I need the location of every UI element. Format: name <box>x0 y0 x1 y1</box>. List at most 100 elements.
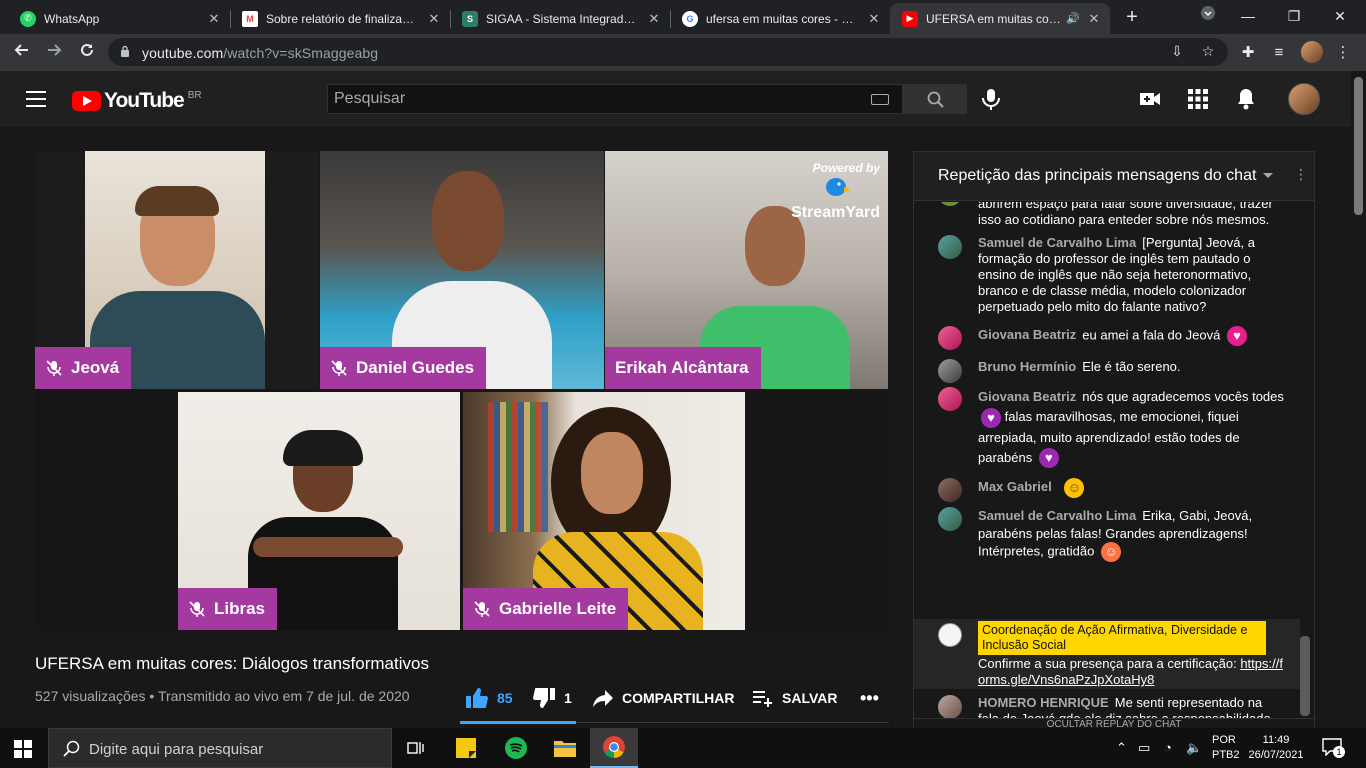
taskbar-search-box[interactable]: Digite aqui para pesquisar <box>48 728 392 768</box>
minimize-button[interactable]: — <box>1228 4 1268 28</box>
notification-count-badge: 1 <box>1333 746 1345 758</box>
youtube-logo[interactable]: YouTube BR <box>72 89 202 113</box>
chat-message: Giovana Beatriz eu amei a fala do Jeová ♥ <box>914 326 1300 350</box>
close-tab-icon[interactable]: ✕ <box>646 11 662 27</box>
tab-whatsapp[interactable]: ✆ WhatsApp ✕ <box>8 3 230 34</box>
youtube-play-icon <box>72 91 101 111</box>
chat-message: Samuel de Carvalho Lima Erika, Gabi, Jeov… <box>914 507 1300 562</box>
clock-time: 11:49 <box>1262 734 1290 746</box>
tab-youtube-active[interactable]: ▶ UFERSA em muitas cores 🔊 ✕ <box>890 3 1110 34</box>
extensions-icon[interactable]: ✚ <box>1237 42 1259 64</box>
avatar[interactable] <box>938 695 962 719</box>
notifications-bell-icon[interactable] <box>1234 87 1258 111</box>
more-options-icon[interactable]: ⋮ <box>1294 166 1308 183</box>
hide-chat-replay-button[interactable]: OCULTAR REPLAY DO CHAT <box>914 718 1314 728</box>
sigaa-icon: S <box>462 10 478 27</box>
apps-grid-icon[interactable] <box>1186 87 1210 111</box>
page-scrollbar[interactable] <box>1351 71 1366 728</box>
tab-gmail[interactable]: M Sobre relatório de finalização ✕ <box>230 3 450 34</box>
save-button[interactable]: SALVAR <box>752 686 837 710</box>
chat-author[interactable]: Max Gabriel <box>978 479 1052 494</box>
maximize-button[interactable]: ❐ <box>1274 4 1314 28</box>
keyboard-icon[interactable] <box>871 94 889 105</box>
bookmark-star-icon[interactable]: ☆ <box>1199 43 1217 61</box>
input-language-indicator[interactable]: POR PTB2 <box>1212 733 1240 763</box>
search-button[interactable] <box>902 84 967 114</box>
new-tab-button[interactable]: + <box>1120 6 1144 30</box>
chat-author[interactable]: Samuel de Carvalho Lima <box>978 508 1136 523</box>
avatar[interactable] <box>938 326 962 350</box>
volume-icon[interactable]: 🔈 <box>1186 740 1202 756</box>
speaker-icon[interactable]: 🔊 <box>1066 12 1080 25</box>
action-center-icon[interactable]: 1 <box>1322 738 1345 758</box>
chat-mode-selector[interactable]: Repetição das principais mensagens do ch… <box>938 167 1256 185</box>
install-app-icon[interactable]: ⇩ <box>1168 43 1186 61</box>
tab-google-search[interactable]: G ufersa em muitas cores - Pesq ✕ <box>670 3 890 34</box>
video-player[interactable]: Jeová Daniel Guedes Powered by StreamYar… <box>35 151 888 630</box>
tab-title: ufersa em muitas cores - Pesq <box>706 11 860 26</box>
reload-button[interactable] <box>74 40 100 66</box>
participant-tile-erikah: Powered by StreamYard Erikah Alcântara <box>605 151 888 389</box>
avatar[interactable] <box>938 478 962 502</box>
chevron-down-icon[interactable] <box>1263 173 1273 178</box>
logo-wordmark: YouTube <box>104 89 185 112</box>
chrome-menu-icon[interactable]: ⋮ <box>1332 42 1354 64</box>
like-ratio-bar <box>460 721 576 724</box>
close-tab-icon[interactable]: ✕ <box>206 11 222 27</box>
taskbar-clock[interactable]: 11:49 26/07/2021 <box>1248 733 1304 763</box>
thumbs-up-icon <box>466 688 488 708</box>
profile-avatar-icon[interactable] <box>1301 41 1323 63</box>
browser-tab-strip: ✆ WhatsApp ✕ M Sobre relatório de finali… <box>0 0 1366 34</box>
show-hidden-icons-chevron-icon[interactable]: ⌃ <box>1116 740 1127 756</box>
close-tab-icon[interactable]: ✕ <box>1086 11 1102 27</box>
chat-message-text: Confirme a sua presença para a certifica… <box>978 656 1284 688</box>
like-button[interactable]: 85 <box>465 686 513 710</box>
chat-message: abrirem espaço para falar sobre diversid… <box>914 202 1300 228</box>
url-text[interactable]: youtube.com/watch?v=skSmaggeabg <box>142 45 378 61</box>
task-view-icon[interactable] <box>392 728 440 768</box>
avatar[interactable] <box>938 387 962 411</box>
windows-start-icon[interactable] <box>14 740 32 758</box>
close-tab-icon[interactable]: ✕ <box>426 11 442 27</box>
lock-icon[interactable] <box>120 45 130 57</box>
avatar[interactable] <box>938 235 962 259</box>
more-actions-icon[interactable]: ••• <box>860 686 879 710</box>
chat-author[interactable]: Bruno Hermínio <box>978 359 1076 374</box>
account-avatar[interactable] <box>1288 83 1320 115</box>
mic-muted-icon <box>474 601 490 617</box>
highlighted-author[interactable]: Coordenação de Ação Afirmativa, Diversid… <box>978 621 1266 655</box>
address-bar[interactable]: youtube.com/watch?v=skSmaggeabg ⇩ ☆ <box>108 38 1228 66</box>
chat-message-list[interactable]: abrirem espaço para falar sobre diversid… <box>914 202 1300 722</box>
sticky-notes-icon[interactable] <box>442 728 490 768</box>
avatar[interactable] <box>938 623 962 647</box>
share-button[interactable]: COMPARTILHAR <box>592 686 735 710</box>
chat-scrollbar-thumb[interactable] <box>1300 636 1310 716</box>
media-control-icon[interactable]: ≡ <box>1268 42 1290 64</box>
chat-author[interactable]: HOMERO HENRIQUE <box>978 695 1109 710</box>
back-button[interactable] <box>9 40 35 66</box>
file-explorer-icon[interactable] <box>541 728 589 768</box>
create-video-icon[interactable] <box>1138 87 1162 111</box>
spotify-icon[interactable] <box>492 728 540 768</box>
chat-author[interactable]: Giovana Beatriz <box>978 327 1076 342</box>
tab-search-icon[interactable] <box>1188 4 1228 28</box>
wifi-icon[interactable]: ◔ <box>1164 740 1172 755</box>
close-tab-icon[interactable]: ✕ <box>866 11 882 27</box>
chat-author[interactable]: Giovana Beatriz <box>978 389 1076 404</box>
menu-icon[interactable] <box>26 91 46 107</box>
tab-sigaa[interactable]: S SIGAA - Sistema Integrado de ✕ <box>450 3 670 34</box>
avatar[interactable] <box>938 359 962 383</box>
chat-message-text: abrirem espaço para falar sobre diversid… <box>978 202 1273 227</box>
close-window-button[interactable]: ✕ <box>1320 4 1360 28</box>
forward-button[interactable] <box>41 40 67 66</box>
battery-icon[interactable]: ▭ <box>1138 740 1150 756</box>
chat-author[interactable]: Samuel de Carvalho Lima <box>978 235 1136 250</box>
avatar[interactable] <box>938 507 962 531</box>
url-host: youtube.com <box>142 45 224 61</box>
page-scrollbar-thumb[interactable] <box>1354 77 1363 215</box>
search-input[interactable] <box>328 85 858 113</box>
person-face <box>581 432 643 514</box>
voice-search-mic-icon[interactable] <box>980 87 1002 111</box>
dislike-button[interactable]: 1 <box>532 686 572 710</box>
chrome-taskbar-icon[interactable] <box>590 728 638 768</box>
